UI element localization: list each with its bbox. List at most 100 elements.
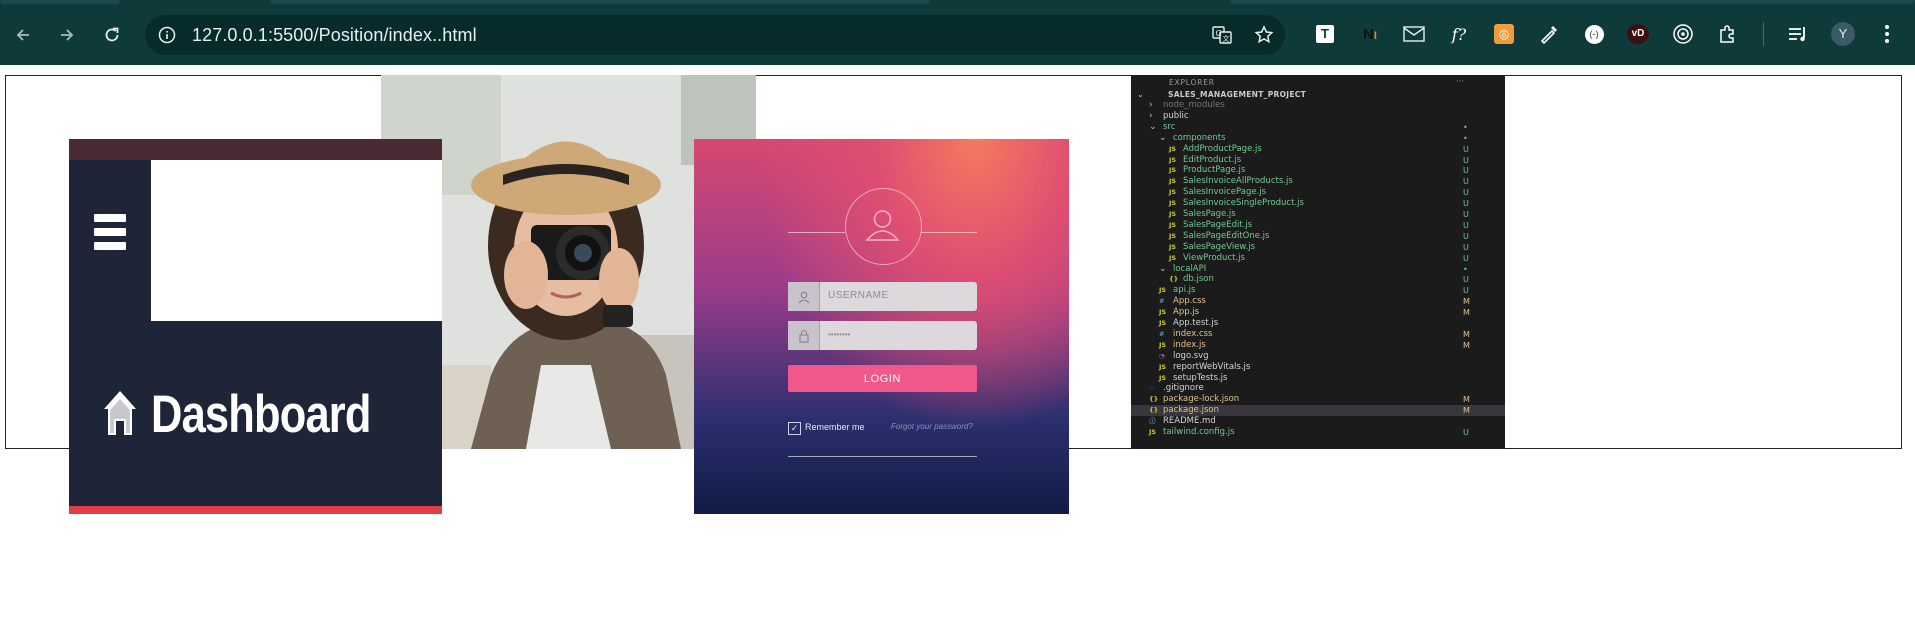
- translate-icon: G文: [1212, 26, 1232, 44]
- tab-strip-remnant: [0, 0, 120, 4]
- git-status-badge: M: [1463, 406, 1470, 416]
- explorer-item[interactable]: JS SalesInvoiceAllProducts.js U: [1131, 176, 1505, 187]
- username-field[interactable]: USERNAME: [788, 282, 977, 311]
- explorer-item[interactable]: JS SalesPage.js U: [1131, 209, 1505, 220]
- git-status-badge: M: [1463, 395, 1470, 405]
- bookmark-button[interactable]: [1252, 23, 1276, 47]
- address-bar[interactable]: 127.0.0.1:5500/Position/index..html G文: [145, 15, 1285, 55]
- extensions-menu-button[interactable]: [1714, 20, 1742, 48]
- explorer-item[interactable]: JS SalesInvoiceSingleProduct.js U: [1131, 198, 1505, 209]
- css-icon: #: [1159, 297, 1165, 306]
- explorer-item-label: src: [1163, 121, 1176, 132]
- explorer-item[interactable]: › node_modules: [1131, 100, 1505, 111]
- reload-button[interactable]: [97, 20, 127, 50]
- explorer-item-label: App.css: [1173, 296, 1206, 307]
- explorer-item[interactable]: JS reportWebVitals.js: [1131, 362, 1505, 373]
- form-underline: [788, 456, 977, 457]
- explorer-item[interactable]: ⌄ src •: [1131, 122, 1505, 133]
- explorer-item-label: .gitignore: [1163, 383, 1204, 394]
- extension-target-button[interactable]: [1669, 20, 1697, 48]
- explorer-item[interactable]: JS tailwind.config.js U: [1131, 427, 1505, 438]
- more-actions-icon: ···: [1456, 77, 1465, 87]
- eyedropper-button[interactable]: [1535, 20, 1563, 48]
- media-queue-button[interactable]: [1784, 20, 1812, 48]
- explorer-item[interactable]: JS ProductPage.js U: [1131, 165, 1505, 176]
- back-button[interactable]: [8, 20, 38, 50]
- explorer-item[interactable]: {} package-lock.json M: [1131, 394, 1505, 405]
- active-tab-remnant[interactable]: [270, 0, 930, 4]
- js-icon: JS: [1159, 373, 1167, 382]
- extension-vd-button[interactable]: vD: [1624, 20, 1652, 48]
- explorer-item-label: reportWebVitals.js: [1173, 361, 1251, 372]
- explorer-item[interactable]: # index.css M: [1131, 329, 1505, 340]
- login-button[interactable]: LOGIN: [788, 365, 977, 392]
- forgot-password-link[interactable]: Forgot your password?: [891, 422, 973, 431]
- explorer-item[interactable]: JS setupTests.js: [1131, 373, 1505, 384]
- explorer-item[interactable]: JS ViewProduct.js U: [1131, 253, 1505, 264]
- explorer-item[interactable]: JS App.test.js: [1131, 318, 1505, 329]
- explorer-item[interactable]: JS SalesInvoicePage.js U: [1131, 187, 1505, 198]
- js-icon: JS: [1159, 286, 1167, 295]
- explorer-item-label: SalesPageEdit.js: [1183, 219, 1253, 230]
- extension-circle-icon: (-): [1584, 24, 1604, 44]
- lock-icon: [798, 329, 809, 343]
- extension-orange-button[interactable]: ◎: [1490, 20, 1518, 48]
- git-status-badge: U: [1463, 253, 1469, 263]
- home-icon: [104, 391, 136, 435]
- folder-closed-icon: ›: [1149, 100, 1153, 110]
- json-icon: {}: [1149, 406, 1159, 415]
- explorer-item-label: components: [1173, 132, 1226, 143]
- project-name: SALES_MANAGEMENT_PROJECT: [1168, 90, 1306, 99]
- explorer-project-row: ⌄ SALES_MANAGEMENT_PROJECT: [1131, 89, 1505, 100]
- explorer-item[interactable]: {} db.json U: [1131, 274, 1505, 285]
- explorer-item[interactable]: {} package.json M: [1131, 405, 1505, 417]
- json-icon: {}: [1169, 275, 1179, 284]
- explorer-item[interactable]: JS EditProduct.js U: [1131, 155, 1505, 166]
- tab-strip-remnant-right: [1230, 0, 1915, 4]
- url-text[interactable]: 127.0.0.1:5500/Position/index..html: [192, 25, 477, 46]
- explorer-item[interactable]: ⌄ components •: [1131, 133, 1505, 144]
- explorer-item[interactable]: JS AddProductPage.js U: [1131, 144, 1505, 155]
- browser-menu-button[interactable]: [1873, 20, 1901, 48]
- extension-n-button[interactable]: NI: [1356, 20, 1384, 48]
- explorer-header: EXPLORER ···: [1131, 77, 1505, 88]
- site-info-button[interactable]: [155, 23, 179, 47]
- extension-vd-icon: vD: [1627, 24, 1649, 44]
- extension-t-button[interactable]: T: [1311, 20, 1339, 48]
- extension-fx-button[interactable]: f?: [1445, 20, 1473, 48]
- folder-open-icon: ⌄: [1149, 121, 1157, 132]
- explorer-item-label: SalesPageEditOne.js: [1183, 230, 1270, 241]
- remember-checkbox[interactable]: ✓: [788, 422, 801, 435]
- more-vertical-icon: [1885, 25, 1889, 43]
- dashboard-title: Dashboard: [151, 385, 371, 444]
- explorer-item[interactable]: JS SalesPageEdit.js U: [1131, 220, 1505, 231]
- explorer-item[interactable]: JS index.js M: [1131, 340, 1505, 351]
- explorer-item-label: SalesPage.js: [1183, 209, 1236, 219]
- explorer-item[interactable]: › public: [1131, 111, 1505, 122]
- git-status-badge: U: [1463, 428, 1469, 437]
- explorer-item[interactable]: JS api.js U: [1131, 285, 1505, 296]
- extension-circle-button[interactable]: (-): [1580, 20, 1608, 48]
- explorer-item[interactable]: ⌄ localAPI •: [1131, 264, 1505, 275]
- profile-button[interactable]: Y: [1829, 20, 1857, 48]
- explorer-item-label: api.js: [1173, 285, 1196, 296]
- explorer-item[interactable]: JS SalesPageEditOne.js U: [1131, 231, 1505, 242]
- git-status-badge: U: [1463, 155, 1469, 165]
- git-status-badge: •: [1463, 122, 1468, 132]
- dashboard-topbar: [69, 139, 442, 160]
- extension-mail-button[interactable]: [1400, 20, 1428, 48]
- explorer-item[interactable]: ◇ .gitignore: [1131, 383, 1505, 394]
- toolbar-divider: [1763, 22, 1764, 46]
- password-field[interactable]: ••••••••: [788, 321, 977, 350]
- explorer-item[interactable]: ◔ logo.svg: [1131, 351, 1505, 362]
- explorer-item[interactable]: ⓘ README.md: [1131, 416, 1505, 427]
- explorer-item[interactable]: # App.css M: [1131, 296, 1505, 307]
- js-icon: JS: [1169, 242, 1177, 251]
- translate-button[interactable]: G文: [1210, 23, 1234, 47]
- user-avatar-icon: [864, 209, 900, 241]
- explorer-item[interactable]: JS SalesPageView.js U: [1131, 242, 1505, 253]
- explorer-item[interactable]: JS App.js M: [1131, 307, 1505, 318]
- js-icon: JS: [1169, 144, 1177, 153]
- forward-button[interactable]: [52, 20, 82, 50]
- password-placeholder: ••••••••: [828, 330, 851, 339]
